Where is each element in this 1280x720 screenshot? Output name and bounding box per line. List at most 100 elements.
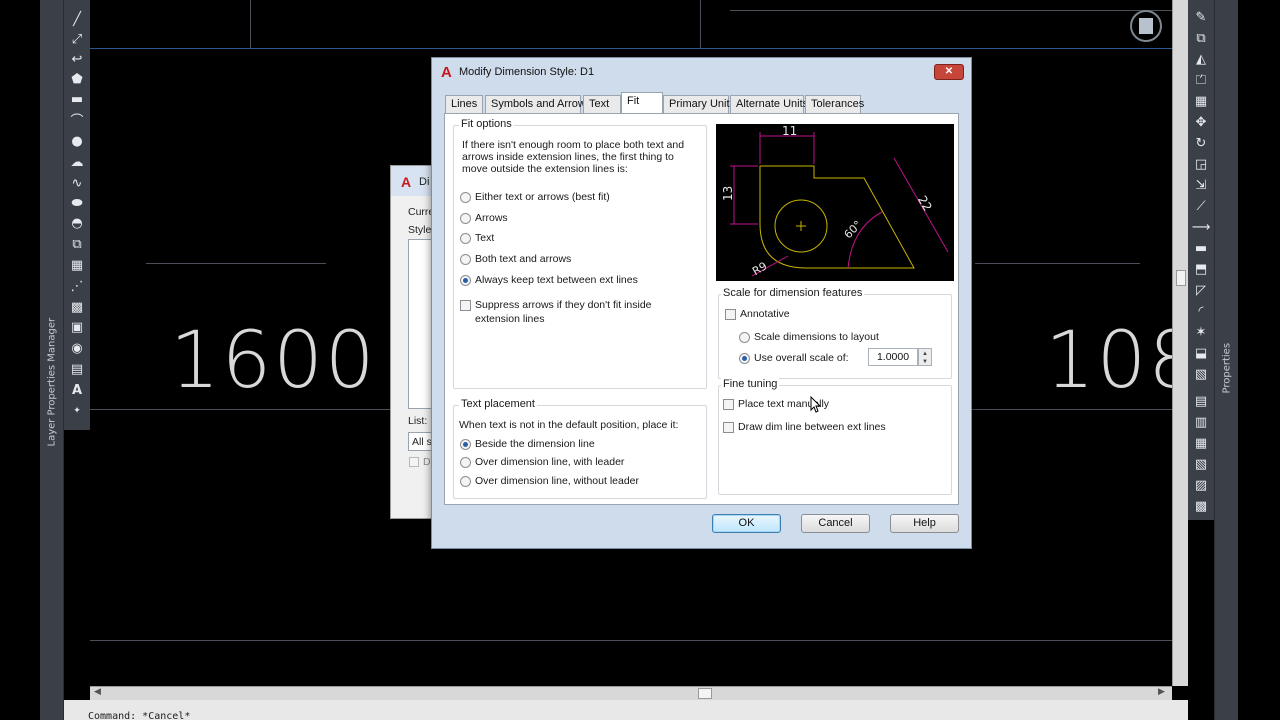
spin-down-icon[interactable]: ▼ — [922, 359, 928, 365]
radio-overall-scale[interactable] — [739, 353, 750, 364]
add-selected-icon[interactable]: ✦ — [69, 403, 85, 419]
edit-polyline-icon[interactable]: ⬓ — [1193, 346, 1209, 362]
break-icon[interactable]: ▬ — [1193, 241, 1209, 257]
radio-overall-scale-label[interactable]: Use overall scale of: — [754, 352, 849, 365]
array-icon[interactable]: ▦ — [1193, 94, 1209, 110]
gradient-icon[interactable]: ▣ — [69, 320, 85, 336]
construction-line-icon[interactable]: ⤢ — [69, 32, 85, 48]
scroll-left-arrow-icon[interactable]: ◀ — [94, 687, 101, 697]
draw-dim-line-label[interactable]: Draw dim line between ext lines — [738, 421, 886, 434]
suppress-arrows-checkbox[interactable] — [460, 300, 471, 311]
suppress-arrows-label-line-2[interactable]: extension lines — [475, 313, 544, 326]
make-block-icon[interactable]: ▦ — [69, 258, 85, 274]
join-icon[interactable]: ⬒ — [1193, 262, 1209, 278]
horizontal-scroll-thumb[interactable] — [698, 688, 712, 699]
radio-text-label[interactable]: Text — [475, 232, 494, 245]
dialog-titlebar[interactable]: A Modify Dimension Style: D1 ✕ — [432, 58, 971, 88]
horizontal-scrollbar[interactable]: ◀ ▶ — [90, 686, 1172, 700]
viewcube-cube-icon[interactable] — [1139, 18, 1153, 34]
vertical-scroll-thumb[interactable] — [1176, 270, 1186, 286]
radio-scale-to-layout-label[interactable]: Scale dimensions to layout — [754, 331, 879, 344]
radio-scale-to-layout[interactable] — [739, 332, 750, 343]
scale-icon[interactable]: ◲ — [1193, 157, 1209, 173]
tab-symbols-and-arrows[interactable]: Symbols and Arrows — [485, 95, 591, 114]
radio-best-fit-label[interactable]: Either text or arrows (best fit) — [475, 191, 610, 204]
close-button[interactable]: ✕ — [934, 64, 964, 80]
radio-text[interactable] — [460, 233, 471, 244]
rotate-icon[interactable]: ↻ — [1193, 136, 1209, 152]
polyline-icon[interactable]: ↩ — [69, 52, 85, 68]
ok-button[interactable]: OK — [712, 514, 781, 533]
spline-icon[interactable]: ∿ — [69, 176, 85, 192]
cancel-button[interactable]: Cancel — [801, 514, 870, 533]
spin-up-icon[interactable]: ▲ — [922, 351, 928, 357]
tab-text[interactable]: Text — [583, 95, 621, 114]
revcloud-icon[interactable]: ☁ — [69, 155, 85, 171]
vertical-scrollbar[interactable] — [1172, 0, 1188, 686]
stretch-icon[interactable]: ⇲ — [1193, 178, 1209, 194]
radio-beside-dimension-line[interactable] — [460, 439, 471, 450]
radio-over-without-leader-label[interactable]: Over dimension line, without leader — [475, 475, 639, 488]
ellipse-arc-icon[interactable]: ◓ — [69, 216, 85, 232]
layer-previous-icon[interactable]: ▥ — [1193, 415, 1209, 431]
insert-block-icon[interactable]: ⧉ — [69, 237, 85, 253]
dont-list-checkbox[interactable] — [409, 457, 419, 467]
extend-icon[interactable]: ⟶ — [1192, 220, 1211, 236]
tab-fit[interactable]: Fit — [621, 92, 663, 115]
overall-scale-input[interactable]: 1.0000 — [868, 348, 918, 366]
help-button[interactable]: Help — [890, 514, 959, 533]
ellipse-icon[interactable]: ⬬ — [69, 196, 85, 212]
circle-icon[interactable]: ● — [69, 134, 85, 150]
annotative-label[interactable]: Annotative — [740, 308, 790, 321]
radio-best-fit[interactable] — [460, 192, 471, 203]
trim-icon[interactable]: ⟋ — [1193, 199, 1209, 215]
tab-tolerances[interactable]: Tolerances — [805, 95, 864, 114]
radio-always-keep-text-label[interactable]: Always keep text between ext lines — [475, 274, 638, 287]
layer-off-icon[interactable]: ▨ — [1193, 478, 1209, 494]
properties-palette[interactable]: Properties — [1214, 0, 1238, 720]
explode-icon[interactable]: ✶ — [1193, 325, 1209, 341]
table-icon[interactable]: ▤ — [69, 362, 85, 378]
viewcube[interactable] — [1130, 10, 1162, 42]
scroll-right-arrow-icon[interactable]: ▶ — [1158, 687, 1165, 697]
radio-over-with-leader-label[interactable]: Over dimension line, with leader — [475, 456, 624, 469]
radio-both-text-and-arrows-label[interactable]: Both text and arrows — [475, 253, 571, 266]
tab-alternate-units[interactable]: Alternate Units — [730, 95, 808, 114]
polygon-icon[interactable]: ⬟ — [69, 72, 85, 88]
command-line[interactable]: Command: *Cancel* — [64, 700, 1188, 720]
mtext-icon[interactable]: A — [69, 383, 85, 399]
layer-lock-icon[interactable]: ▩ — [1193, 499, 1209, 515]
layer-isolate-icon[interactable]: ▦ — [1193, 436, 1209, 452]
radio-arrows[interactable] — [460, 213, 471, 224]
radio-both-text-and-arrows[interactable] — [460, 254, 471, 265]
radio-arrows-label[interactable]: Arrows — [475, 212, 508, 225]
copy-icon[interactable]: ⧉ — [1193, 31, 1209, 47]
layer-freeze-icon[interactable]: ▧ — [1193, 457, 1209, 473]
line-icon[interactable]: ╱ — [69, 12, 85, 28]
suppress-arrows-label-line-1[interactable]: Suppress arrows if they don't fit inside — [475, 299, 652, 312]
place-text-manually-checkbox[interactable] — [723, 399, 734, 410]
tab-primary-units[interactable]: Primary Units — [663, 95, 735, 114]
draw-dim-line-checkbox[interactable] — [723, 422, 734, 433]
radio-beside-dimension-line-label[interactable]: Beside the dimension line — [475, 438, 595, 451]
tab-lines[interactable]: Lines — [445, 95, 483, 114]
erase-icon[interactable]: ✎ — [1193, 10, 1209, 26]
overall-scale-spinner[interactable]: ▲ ▼ — [918, 348, 932, 366]
match-properties-icon[interactable]: ▧ — [1193, 367, 1209, 383]
region-icon[interactable]: ◉ — [69, 341, 85, 357]
radio-over-with-leader[interactable] — [460, 457, 471, 468]
point-icon[interactable]: ⋰ — [69, 279, 85, 295]
arc-icon[interactable]: ⌒ — [69, 114, 85, 130]
hatch-icon[interactable]: ▩ — [69, 300, 85, 316]
rectangle-icon[interactable]: ▬ — [69, 92, 85, 108]
mirror-icon[interactable]: ◭ — [1193, 52, 1209, 68]
fillet-icon[interactable]: ◜ — [1193, 304, 1209, 320]
offset-icon[interactable]: ⏍ — [1193, 73, 1209, 89]
move-icon[interactable]: ✥ — [1193, 115, 1209, 131]
radio-always-keep-text[interactable] — [460, 275, 471, 286]
layer-icon[interactable]: ▤ — [1193, 394, 1209, 410]
chamfer-icon[interactable]: ◸ — [1193, 283, 1209, 299]
layer-properties-palette[interactable]: Layer Properties Manager — [40, 0, 64, 720]
radio-over-without-leader[interactable] — [460, 476, 471, 487]
annotative-checkbox[interactable] — [725, 309, 736, 320]
